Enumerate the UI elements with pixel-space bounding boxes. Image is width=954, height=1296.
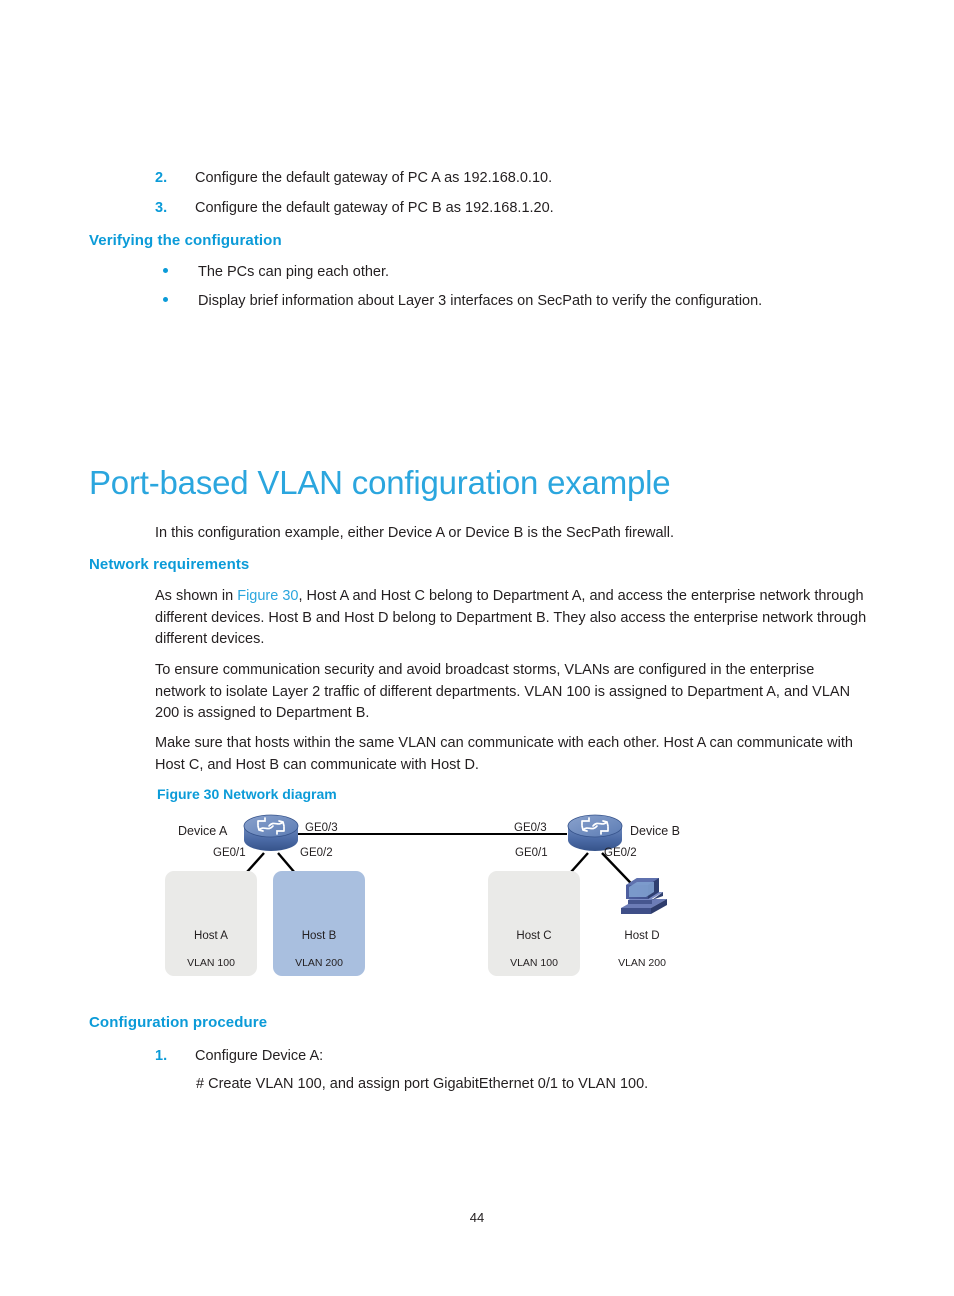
- network-diagram: Device A Device B GE0/3 GE0/1 GE0/2 GE0/…: [160, 808, 800, 1000]
- figure-caption: Figure 30 Network diagram: [157, 786, 337, 802]
- bullet-icon: [160, 291, 198, 312]
- paragraph-requirements-3: Make sure that hosts within the same VLA…: [155, 735, 853, 773]
- port-label-b-ge02: GE0/2: [604, 847, 637, 859]
- list-item: 1. Configure Device A:: [155, 1046, 895, 1067]
- bullet-icon: [160, 262, 198, 283]
- heading-configuration-procedure: Configuration procedure: [89, 1014, 268, 1031]
- port-label-a-ge02: GE0/2: [300, 847, 333, 859]
- device-b-label: Device B: [630, 824, 681, 838]
- host-a-label: Host A: [194, 930, 228, 942]
- list-text: Configure the default gateway of PC B as…: [195, 200, 554, 216]
- port-label-b-ge01: GE0/1: [515, 847, 548, 859]
- list-marker: 3.: [155, 200, 168, 216]
- device-a-label: Device A: [178, 824, 228, 838]
- paragraph-requirements-2: To ensure communication security and avo…: [155, 662, 851, 721]
- router-icon-device-a: [243, 814, 299, 851]
- router-icon-device-b: [567, 814, 623, 851]
- list-text: Configure the default gateway of PC A as…: [195, 170, 553, 186]
- list-item: 3. Configure the default gateway of PC B…: [155, 198, 895, 219]
- vlan-label-host-b: VLAN 200: [295, 957, 343, 969]
- vlan-label-host-a: VLAN 100: [187, 957, 235, 969]
- port-label-a-ge03: GE0/3: [305, 822, 338, 834]
- list-marker: 2.: [155, 170, 168, 186]
- document-page: 2. Configure the default gateway of PC A…: [0, 0, 954, 1296]
- bullet-list-verifying: The PCs can ping each other. Display bri…: [160, 262, 920, 320]
- pc-icon-host-d: [621, 878, 667, 914]
- vlan-label-host-c: VLAN 100: [510, 957, 558, 969]
- vlan-label-host-d: VLAN 200: [618, 957, 666, 969]
- paragraph-requirements-1: As shown in Figure 30, Host A and Host C…: [155, 586, 867, 651]
- numbered-list-procedure: 1. Configure Device A:: [155, 1046, 895, 1076]
- port-label-b-ge03: GE0/3: [514, 822, 547, 834]
- heading-network-requirements: Network requirements: [89, 556, 250, 573]
- host-c-label: Host C: [516, 930, 552, 942]
- figure-30-cross-reference-link[interactable]: Figure 30: [237, 588, 298, 604]
- host-b-label: Host B: [301, 930, 337, 942]
- command-comment-line: # Create VLAN 100, and assign port Gigab…: [196, 1076, 649, 1092]
- list-marker: 1.: [155, 1048, 168, 1064]
- list-text: The PCs can ping each other.: [198, 264, 390, 280]
- list-item: Display brief information about Layer 3 …: [160, 291, 920, 312]
- page-number: 44: [469, 1210, 485, 1225]
- numbered-list-top: 2. Configure the default gateway of PC A…: [155, 168, 895, 228]
- host-d-label: Host D: [624, 930, 660, 942]
- list-item: The PCs can ping each other.: [160, 262, 920, 283]
- list-item: 2. Configure the default gateway of PC A…: [155, 168, 895, 189]
- port-label-a-ge01: GE0/1: [213, 847, 246, 859]
- intro-paragraph: In this configuration example, either De…: [155, 525, 675, 541]
- heading-verifying-the-configuration: Verifying the configuration: [89, 232, 282, 249]
- list-text: Configure Device A:: [195, 1048, 324, 1064]
- list-text: Display brief information about Layer 3 …: [198, 293, 763, 309]
- page-title: Port-based VLAN configuration example: [89, 464, 671, 501]
- paragraph-prefix: As shown in: [155, 588, 238, 604]
